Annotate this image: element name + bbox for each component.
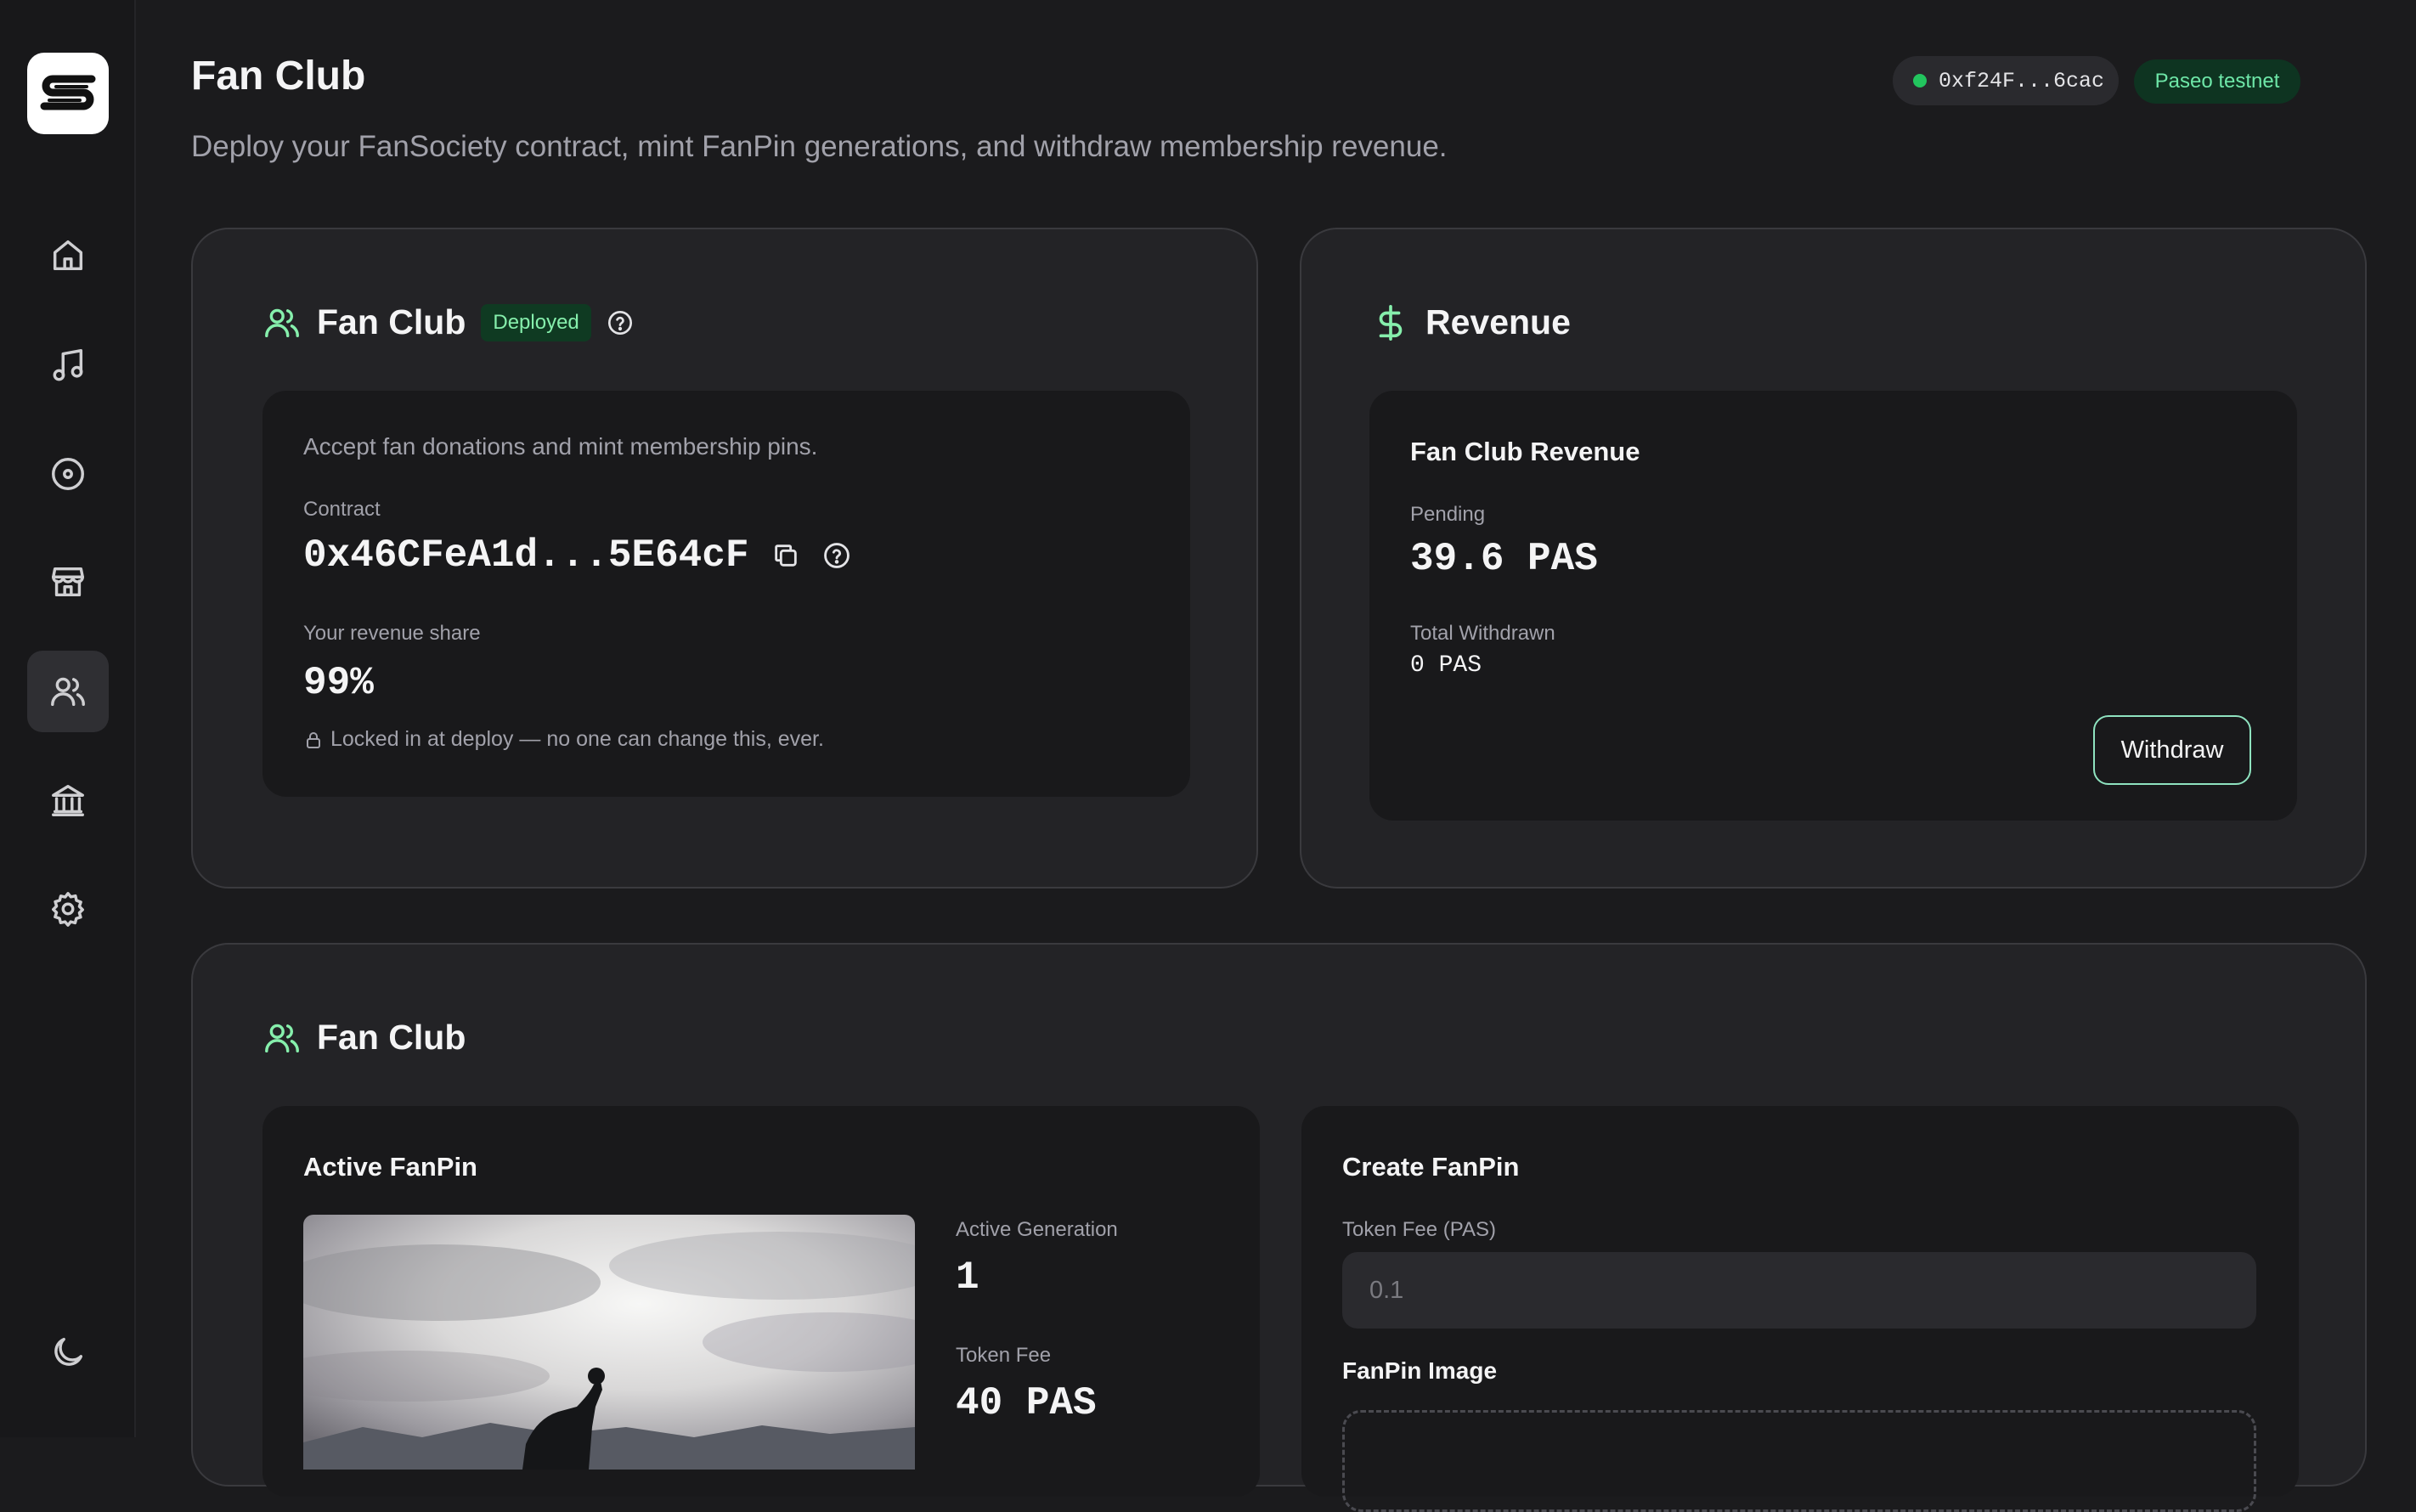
- users-icon: [262, 1018, 302, 1058]
- revenue-panel: Fan Club Revenue Pending 39.6 PAS Total …: [1369, 391, 2297, 821]
- revenue-card: Revenue Fan Club Revenue Pending 39.6 PA…: [1300, 228, 2367, 889]
- fanpin-section-header: Fan Club: [262, 1018, 466, 1058]
- page-title: Fan Club: [191, 53, 365, 99]
- users-icon: [48, 672, 87, 711]
- help-icon[interactable]: [822, 541, 851, 570]
- revenue-card-title: Revenue: [1425, 302, 1571, 342]
- fanpin-photo: [303, 1215, 915, 1470]
- fan-club-card-header: Fan Club Deployed: [262, 302, 634, 342]
- sidebar-item-treasury[interactable]: [27, 759, 109, 841]
- contract-address: 0x46CFeA1d...5E64cF: [303, 533, 749, 578]
- copy-icon[interactable]: [771, 541, 800, 570]
- fanpin-image-label: FanPin Image: [1342, 1357, 1497, 1385]
- page-subtitle: Deploy your FanSociety contract, mint Fa…: [191, 130, 1448, 164]
- token-fee-label: Token Fee: [956, 1344, 1051, 1368]
- store-icon: [48, 562, 87, 601]
- active-generation-label: Active Generation: [956, 1218, 1118, 1242]
- token-fee-input[interactable]: [1342, 1252, 2256, 1329]
- contract-info-panel: Accept fan donations and mint membership…: [262, 391, 1190, 797]
- fanpin-section-title: Fan Club: [317, 1018, 466, 1058]
- withdrawn-label: Total Withdrawn: [1410, 622, 1555, 646]
- help-icon[interactable]: [607, 309, 634, 336]
- revenue-share-label: Your revenue share: [303, 622, 481, 646]
- deployed-status-badge: Deployed: [481, 304, 590, 341]
- revenue-share-value: 99%: [303, 661, 374, 705]
- active-generation-value: 1: [956, 1255, 979, 1300]
- token-fee-value: 40 PAS: [956, 1381, 1097, 1425]
- sidebar-item-settings[interactable]: [27, 868, 109, 950]
- logo-mark-icon: [39, 72, 97, 115]
- lock-icon: [303, 730, 324, 750]
- withdraw-button[interactable]: Withdraw: [2093, 715, 2251, 785]
- users-icon: [262, 303, 302, 342]
- wallet-address-pill[interactable]: 0xf24F...6cac: [1893, 56, 2119, 105]
- contract-label: Contract: [303, 498, 381, 522]
- bank-icon: [48, 781, 87, 820]
- create-fanpin-panel: Create FanPin Token Fee (PAS) FanPin Ima…: [1301, 1106, 2299, 1497]
- gear-icon: [48, 889, 87, 928]
- wallet-address: 0xf24F...6cac: [1939, 69, 2104, 93]
- revenue-panel-title: Fan Club Revenue: [1410, 437, 1640, 467]
- fan-club-card: Fan Club Deployed Accept fan donations a…: [191, 228, 1258, 889]
- fee-input-label: Token Fee (PAS): [1342, 1218, 1496, 1242]
- sidebar-item-fan-club[interactable]: [27, 651, 109, 732]
- dollar-icon: [1371, 303, 1410, 342]
- fan-club-description: Accept fan donations and mint membership…: [303, 433, 817, 460]
- fanpin-section-card: Fan Club Active FanPin: [191, 943, 2367, 1487]
- disc-icon: [48, 454, 87, 494]
- active-fanpin-title: Active FanPin: [303, 1152, 477, 1182]
- revenue-card-header: Revenue: [1371, 302, 1571, 342]
- sidebar-item-music[interactable]: [27, 324, 109, 406]
- sidebar: [0, 0, 136, 1437]
- main-content: Fan Club Deploy your FanSociety contract…: [136, 0, 2416, 1437]
- app-logo[interactable]: [27, 53, 109, 134]
- withdrawn-value: 0 PAS: [1410, 652, 1482, 679]
- sidebar-item-store[interactable]: [27, 541, 109, 623]
- pending-label: Pending: [1410, 503, 1485, 527]
- sidebar-item-home[interactable]: [27, 215, 109, 296]
- network-badge[interactable]: Paseo testnet: [2134, 59, 2300, 104]
- fanpin-image: [303, 1215, 915, 1470]
- music-note-icon: [48, 346, 87, 385]
- contract-row: 0x46CFeA1d...5E64cF: [303, 533, 851, 578]
- active-fanpin-panel: Active FanPin: [262, 1106, 1260, 1497]
- theme-toggle-button[interactable]: [27, 1312, 109, 1393]
- connection-status-dot: [1913, 74, 1927, 87]
- create-fanpin-title: Create FanPin: [1342, 1152, 1519, 1182]
- lock-note: Locked in at deploy — no one can change …: [303, 727, 824, 752]
- home-icon: [48, 236, 87, 275]
- fanpin-image-dropzone[interactable]: [1342, 1410, 2256, 1512]
- pending-value: 39.6 PAS: [1410, 537, 1598, 581]
- moon-icon: [48, 1333, 87, 1372]
- lock-note-text: Locked in at deploy — no one can change …: [330, 727, 824, 752]
- fan-club-card-title: Fan Club: [317, 302, 466, 342]
- sidebar-item-releases[interactable]: [27, 433, 109, 515]
